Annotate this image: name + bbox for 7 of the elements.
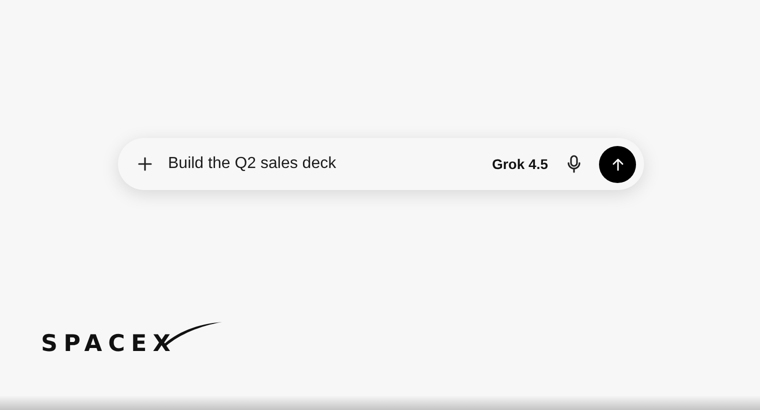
arrow-up-icon (612, 158, 624, 170)
plus-icon (138, 157, 152, 171)
model-selector[interactable]: Grok 4.5 (492, 154, 548, 174)
logo-text: SPACEX (41, 333, 176, 356)
prompt-input[interactable]: Build the Q2 sales deck (168, 152, 492, 176)
microphone-icon (567, 155, 581, 173)
send-button[interactable] (599, 146, 636, 182)
